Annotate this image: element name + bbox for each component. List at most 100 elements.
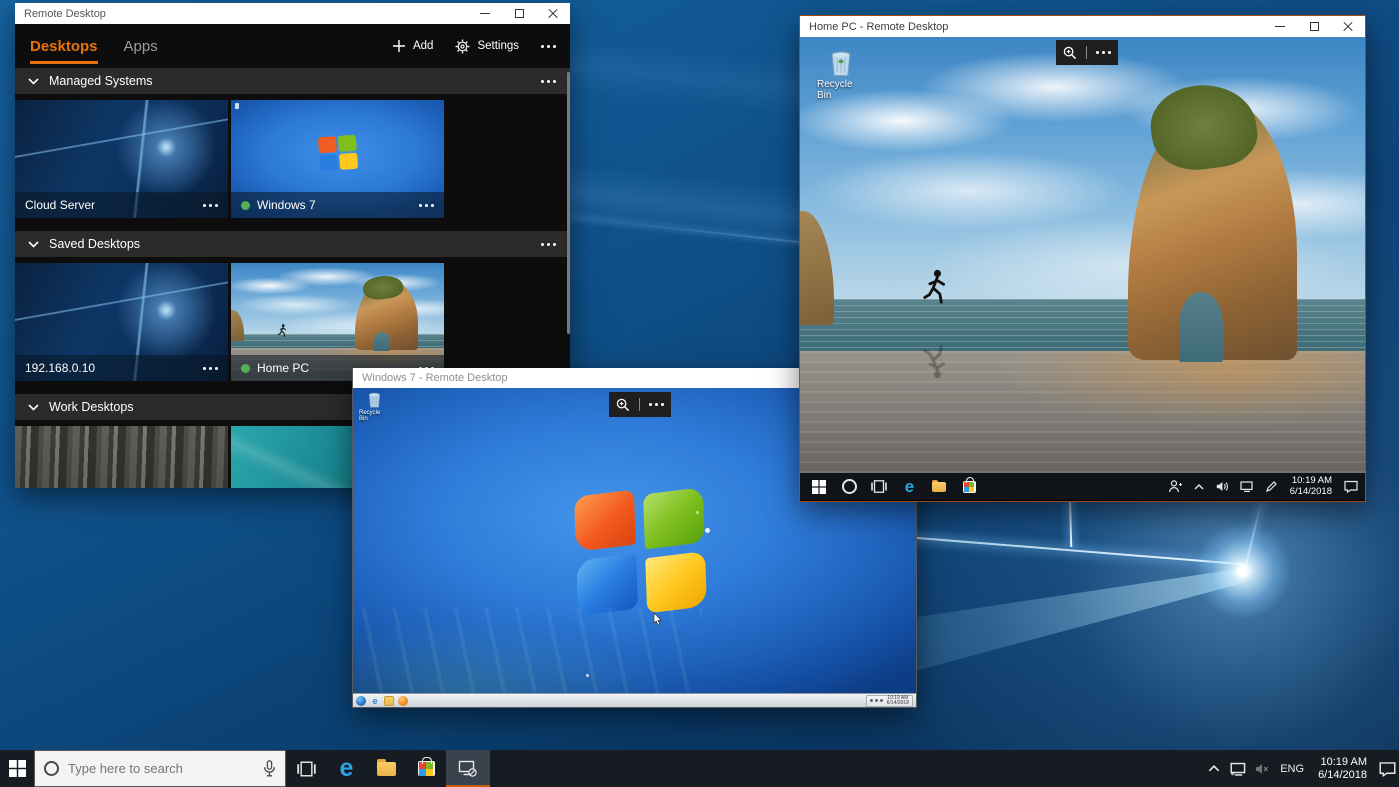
scrollbar[interactable] (567, 72, 570, 334)
maximize-button[interactable] (502, 3, 536, 24)
minimize-button[interactable] (1263, 16, 1297, 37)
desktop-tile-cloud-server[interactable]: Cloud Server (15, 100, 228, 218)
section-saved-desktops: Saved Desktops 192.168.0.10 (15, 231, 570, 381)
settings-button[interactable]: Settings (455, 39, 519, 54)
store-button[interactable] (954, 473, 984, 500)
session-more-icon[interactable] (1096, 51, 1111, 54)
section-more-icon[interactable] (541, 243, 556, 246)
runner-silhouette (277, 321, 288, 341)
session-more-icon[interactable] (649, 403, 664, 406)
recycle-bin[interactable]: Recycle Bin (817, 50, 865, 101)
rd-app-title: Remote Desktop (24, 8, 106, 20)
volume-muted-icon[interactable] (1250, 763, 1274, 775)
file-explorer-button[interactable] (924, 473, 954, 500)
action-center-icon[interactable] (1341, 473, 1361, 500)
tile-more-icon[interactable] (203, 367, 218, 370)
task-view-icon (871, 480, 887, 493)
volume-icon[interactable] (1213, 473, 1233, 500)
tile-more-icon[interactable] (203, 204, 218, 207)
homepc-title: Home PC - Remote Desktop (809, 21, 948, 33)
win7-start-button[interactable] (356, 696, 366, 706)
section-header[interactable]: Managed Systems (15, 68, 570, 94)
host-clock[interactable]: 10:19 AM 6/14/2018 (1310, 756, 1375, 781)
zoom-icon[interactable] (1063, 46, 1077, 60)
rd-app-tab-row: Desktops Apps Add (15, 24, 570, 68)
action-center-icon[interactable] (1375, 761, 1399, 777)
remote-desktop-icon (458, 760, 478, 778)
win7-tray: 10:19 AM 6/14/2018 (866, 695, 913, 707)
win7-title: Windows 7 - Remote Desktop (362, 372, 508, 384)
microphone-icon[interactable] (263, 760, 276, 777)
people-icon[interactable] (1165, 473, 1185, 500)
edge-button[interactable]: e (326, 750, 366, 787)
language-indicator[interactable]: ENG (1274, 763, 1310, 775)
edge-button[interactable]: e (894, 473, 924, 500)
network-icon[interactable] (1237, 473, 1257, 500)
more-options-icon[interactable] (541, 45, 556, 48)
task-view-button[interactable] (864, 473, 894, 500)
windows-ink-icon[interactable] (1261, 473, 1281, 500)
store-button[interactable] (406, 750, 446, 787)
close-button[interactable] (536, 3, 570, 24)
task-view-button[interactable] (286, 750, 326, 787)
online-status-dot (241, 201, 250, 210)
section-more-icon[interactable] (541, 80, 556, 83)
start-button[interactable] (804, 473, 834, 500)
section-managed-systems: Managed Systems Cloud Server (15, 68, 570, 218)
logo-sparkles (705, 528, 710, 533)
tile-thumbnail (15, 426, 228, 488)
minimize-button[interactable] (468, 3, 502, 24)
host-tray: ENG 10:19 AM 6/14/2018 (1202, 750, 1399, 787)
runner-reflection (921, 323, 949, 397)
online-status-dot (241, 364, 250, 373)
folder-icon (932, 482, 946, 492)
recycle-bin-icon (830, 50, 852, 77)
homepc-tray: 10:19 AM 6/14/2018 (1165, 473, 1361, 500)
recycle-bin-icon (368, 392, 381, 408)
win7-clock[interactable]: 10:19 AM 6/14/2018 (887, 696, 909, 706)
task-view-icon (297, 761, 316, 777)
recycle-bin[interactable]: Recycle Bin (359, 392, 389, 422)
remote-desktop-button[interactable] (446, 750, 490, 787)
section-header[interactable]: Saved Desktops (15, 231, 570, 257)
desktop-tile-192-168-0-10[interactable]: 192.168.0.10 (15, 263, 228, 381)
session-toolbar (1056, 40, 1118, 65)
close-button[interactable] (1331, 16, 1365, 37)
desktop-tile-work-1[interactable] (15, 426, 228, 488)
plus-icon (392, 39, 406, 53)
search-input[interactable] (68, 761, 254, 776)
win7-taskbar: e 10:19 AM 6/14/2018 (353, 693, 916, 707)
desktop-tile-home-pc[interactable]: Home PC (231, 263, 444, 381)
network-icon[interactable] (1226, 762, 1250, 776)
desktop-tile-windows-7[interactable]: Windows 7 (231, 100, 444, 218)
divider (1086, 46, 1087, 59)
win7-tray-icons[interactable] (870, 699, 883, 702)
host-taskbar: e ENG 10:19 AM 6/14/2018 (0, 750, 1399, 787)
chevron-down-icon (28, 78, 39, 85)
tile-more-icon[interactable] (419, 204, 434, 207)
chevron-down-icon (28, 241, 39, 248)
mini-recycle-bin (235, 103, 239, 109)
tray-chevron-up-icon[interactable] (1202, 765, 1226, 772)
folder-icon (377, 762, 396, 776)
rd-app-titlebar[interactable]: Remote Desktop (15, 3, 570, 24)
maximize-button[interactable] (1297, 16, 1331, 37)
chevron-down-icon (28, 404, 39, 411)
mini-windows7-logo (318, 135, 358, 172)
zoom-icon[interactable] (616, 398, 630, 412)
file-explorer-button[interactable] (366, 750, 406, 787)
start-button[interactable] (0, 750, 34, 787)
tray-chevron-up-icon[interactable] (1189, 473, 1209, 500)
tab-desktops[interactable]: Desktops (30, 38, 98, 55)
search-box[interactable] (34, 750, 286, 787)
cortana-button[interactable] (834, 473, 864, 500)
add-button[interactable]: Add (392, 39, 433, 53)
homepc-titlebar[interactable]: Home PC - Remote Desktop (800, 16, 1365, 37)
media-player-icon[interactable] (398, 696, 408, 706)
tile-row: 192.168.0.10 Home (15, 263, 570, 381)
beach-wallpaper (800, 37, 1365, 473)
win7-explorer-icon[interactable] (384, 696, 394, 706)
homepc-clock[interactable]: 10:19 AM 6/14/2018 (1285, 476, 1337, 497)
internet-explorer-icon[interactable]: e (370, 696, 380, 706)
tab-apps[interactable]: Apps (124, 38, 158, 55)
